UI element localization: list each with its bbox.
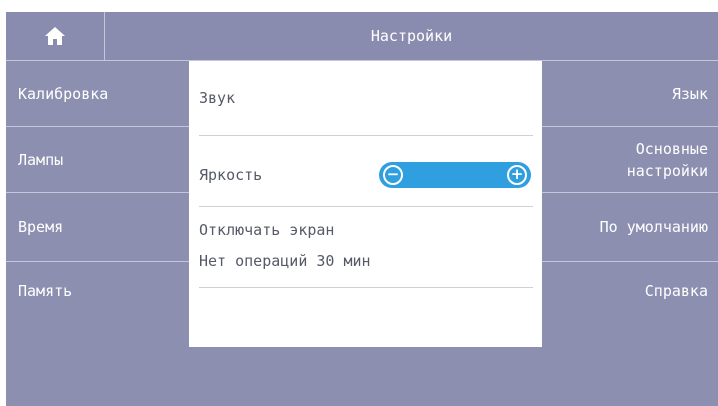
nav-language-button[interactable]: Язык	[542, 61, 718, 127]
screen-off-value: Нет операций 30 мин	[199, 252, 371, 270]
nav-language-label: Язык	[671, 84, 708, 103]
nav-lamps-label: Лампы	[18, 150, 64, 169]
sound-setting[interactable]: Звук	[199, 89, 529, 107]
nav-time-button[interactable]: Время	[6, 193, 189, 262]
nav-time-label: Время	[18, 218, 64, 236]
divider	[199, 287, 533, 288]
nav-help-label: Справка	[644, 281, 708, 300]
nav-calibration-button[interactable]: Калибровка	[6, 61, 189, 127]
header-bar: Настройки	[6, 12, 718, 61]
brightness-decrease-button[interactable]: −	[383, 165, 403, 185]
minus-icon: −	[386, 165, 400, 183]
brightness-increase-button[interactable]: +	[507, 165, 527, 185]
nav-memory-label: Память	[18, 281, 73, 300]
divider	[199, 135, 533, 136]
divider	[199, 206, 533, 207]
nav-defaults-label: По умолчанию	[599, 218, 708, 236]
home-icon	[45, 27, 65, 45]
nav-memory-button[interactable]: Память	[6, 262, 189, 347]
plus-icon: +	[510, 165, 524, 183]
page-title: Настройки	[370, 27, 453, 45]
screen-off-setting[interactable]: Отключать экран Нет операций 30 мин	[199, 221, 529, 270]
sound-label: Звук	[199, 89, 236, 107]
bottom-bar	[6, 347, 718, 406]
nav-help-button[interactable]: Справка	[542, 262, 718, 347]
settings-screen: Настройки Калибровка Лампы Время Память …	[6, 12, 718, 406]
brightness-label: Яркость	[199, 166, 263, 184]
nav-lamps-button[interactable]: Лампы	[6, 127, 189, 193]
screen-off-label: Отключать экран	[199, 221, 335, 239]
settings-panel: Звук Яркость − + Отключать экран Нет опе…	[189, 61, 542, 347]
home-button[interactable]	[6, 12, 105, 60]
brightness-slider[interactable]: − +	[379, 162, 531, 188]
nav-general-settings-label: Основные настройки	[626, 139, 708, 180]
nav-calibration-label: Калибровка	[18, 84, 109, 103]
nav-general-settings-button[interactable]: Основные настройки	[542, 127, 718, 193]
nav-defaults-button[interactable]: По умолчанию	[542, 193, 718, 262]
